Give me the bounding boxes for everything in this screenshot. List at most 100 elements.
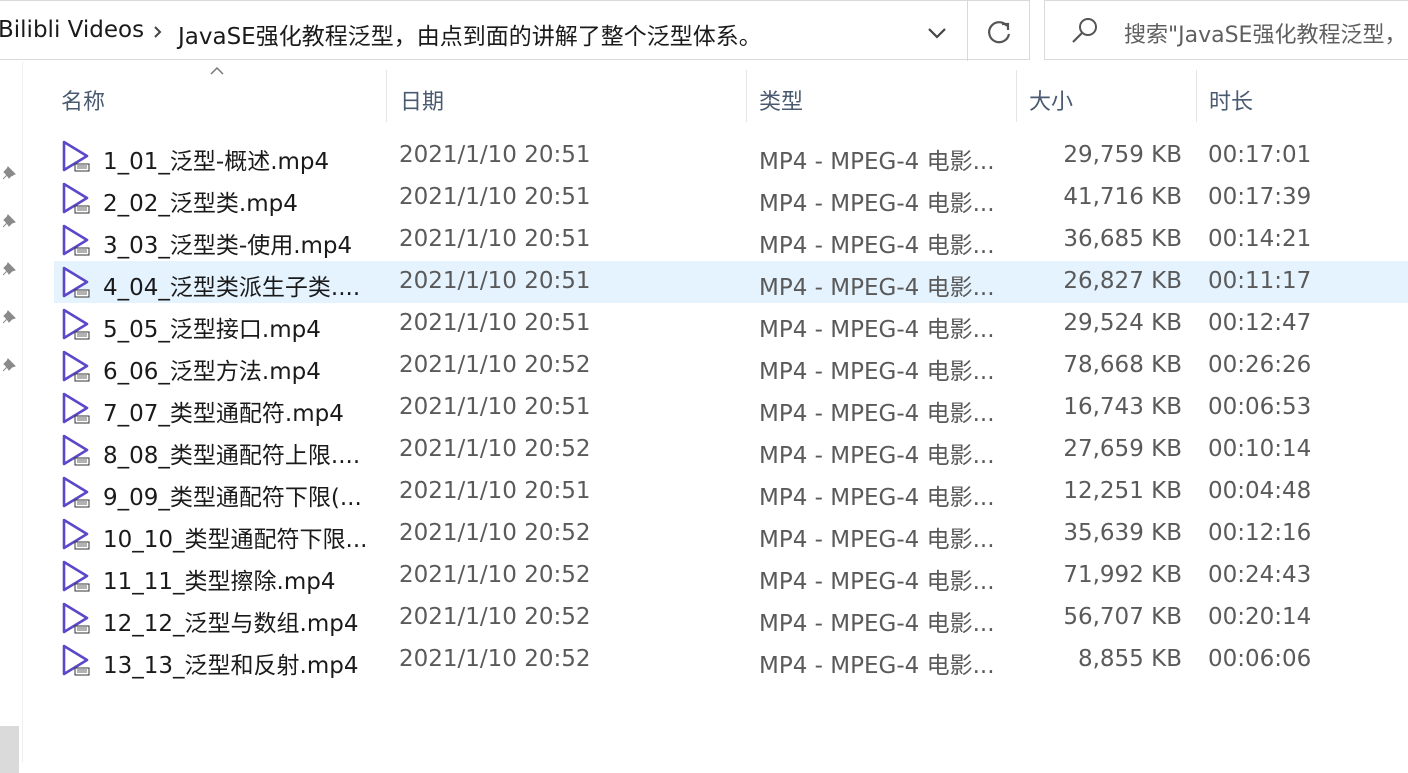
pin-icon[interactable] <box>0 166 16 182</box>
file-duration: 00:12:16 <box>1208 520 1312 546</box>
file-row[interactable]: 9_09_类型通配符下限(... 2021/1/10 20:51 MP4 - MPE… <box>54 471 1408 513</box>
file-size: 12,251 KB <box>1063 478 1182 504</box>
file-duration: 00:10:14 <box>1208 436 1312 462</box>
breadcrumb-root[interactable]: Bilibli Videos <box>0 17 144 43</box>
column-header-date[interactable]: 日期 <box>400 84 444 116</box>
file-type: MP4 - MPEG-4 电影... <box>759 611 995 637</box>
video-file-icon <box>62 350 90 382</box>
file-size: 36,685 KB <box>1063 226 1182 252</box>
file-row[interactable]: 2_02_泛型类.mp4 2021/1/10 20:51 MP4 - MPEG-4 … <box>54 177 1408 219</box>
file-type: MP4 - MPEG-4 电影... <box>759 275 995 301</box>
column-header-name[interactable]: 名称 <box>61 84 105 116</box>
column-header-duration[interactable]: 时长 <box>1209 84 1253 116</box>
video-file-icon <box>62 518 90 550</box>
file-date: 2021/1/10 20:51 <box>399 394 591 420</box>
file-name: 3_03_泛型类-使用.mp4 <box>103 233 353 259</box>
sort-ascending-icon <box>210 66 224 75</box>
file-duration: 00:24:43 <box>1208 562 1312 588</box>
file-size: 29,524 KB <box>1063 310 1182 336</box>
file-row[interactable]: 5_05_泛型接口.mp4 2021/1/10 20:51 MP4 - MPEG-4… <box>54 303 1408 345</box>
file-date: 2021/1/10 20:52 <box>399 352 591 378</box>
file-row[interactable]: 3_03_泛型类-使用.mp4 2021/1/10 20:51 MP4 - MPEG… <box>54 219 1408 261</box>
pane-divider[interactable] <box>22 62 23 763</box>
column-header-type[interactable]: 类型 <box>759 84 803 116</box>
address-divider <box>967 1 968 61</box>
file-date: 2021/1/10 20:52 <box>399 436 591 462</box>
file-row[interactable]: 10_10_类型通配符下限... 2021/1/10 20:52 MP4 - MPE… <box>54 513 1408 555</box>
file-date: 2021/1/10 20:52 <box>399 562 591 588</box>
file-size: 56,707 KB <box>1063 604 1182 630</box>
file-duration: 00:12:47 <box>1208 310 1312 336</box>
file-name: 12_12_泛型与数组.mp4 <box>103 611 359 637</box>
file-size: 29,759 KB <box>1063 142 1182 168</box>
file-duration: 00:06:06 <box>1208 646 1312 672</box>
file-size: 26,827 KB <box>1063 268 1182 294</box>
file-type: MP4 - MPEG-4 电影... <box>759 653 995 679</box>
address-bar[interactable]: Bilibli Videos JavaSE强化教程泛型，由点到面的讲解了整个泛型… <box>0 0 1030 61</box>
file-date: 2021/1/10 20:52 <box>399 520 591 546</box>
file-name: 10_10_类型通配符下限... <box>103 527 368 553</box>
file-name: 13_13_泛型和反射.mp4 <box>103 653 359 679</box>
file-size: 16,743 KB <box>1063 394 1182 420</box>
file-row[interactable]: 4_04_泛型类派生子类.... 2021/1/10 20:51 MP4 - MPE… <box>54 261 1408 303</box>
file-date: 2021/1/10 20:52 <box>399 646 591 672</box>
video-file-icon <box>62 140 90 172</box>
file-row[interactable]: 11_11_类型擦除.mp4 2021/1/10 20:52 MP4 - MPEG-… <box>54 555 1408 597</box>
file-size: 78,668 KB <box>1063 352 1182 378</box>
pin-icon[interactable] <box>0 310 16 326</box>
video-file-icon <box>62 602 90 634</box>
file-row[interactable]: 1_01_泛型-概述.mp4 2021/1/10 20:51 MP4 - MPEG-… <box>54 135 1408 177</box>
file-date: 2021/1/10 20:51 <box>399 142 591 168</box>
file-name: 11_11_类型擦除.mp4 <box>103 569 336 595</box>
column-header-size[interactable]: 大小 <box>1029 84 1073 116</box>
file-name: 7_07_类型通配符.mp4 <box>103 401 344 427</box>
address-bar-row: Bilibli Videos JavaSE强化教程泛型，由点到面的讲解了整个泛型… <box>0 0 1408 62</box>
nav-pane-scrollbar[interactable] <box>0 726 19 773</box>
chevron-down-icon[interactable] <box>918 15 956 49</box>
file-date: 2021/1/10 20:51 <box>399 310 591 336</box>
refresh-icon[interactable] <box>980 13 1018 51</box>
search-icon <box>1072 18 1097 43</box>
file-type: MP4 - MPEG-4 电影... <box>759 359 995 385</box>
column-resize-handle[interactable] <box>746 70 747 122</box>
file-name: 1_01_泛型-概述.mp4 <box>103 149 330 175</box>
chevron-right-icon[interactable] <box>148 21 168 43</box>
file-row[interactable]: 6_06_泛型方法.mp4 2021/1/10 20:52 MP4 - MPEG-4… <box>54 345 1408 387</box>
file-type: MP4 - MPEG-4 电影... <box>759 569 995 595</box>
file-name: 4_04_泛型类派生子类.... <box>103 275 361 301</box>
pin-icon[interactable] <box>0 262 16 278</box>
video-file-icon <box>62 392 90 424</box>
file-row[interactable]: 7_07_类型通配符.mp4 2021/1/10 20:51 MP4 - MPEG-… <box>54 387 1408 429</box>
file-duration: 00:17:39 <box>1208 184 1312 210</box>
file-duration: 00:17:01 <box>1208 142 1312 168</box>
file-name: 6_06_泛型方法.mp4 <box>103 359 321 385</box>
file-duration: 00:11:17 <box>1208 268 1312 294</box>
file-duration: 00:20:14 <box>1208 604 1312 630</box>
file-date: 2021/1/10 20:52 <box>399 604 591 630</box>
file-name: 9_09_类型通配符下限(... <box>103 485 362 511</box>
pin-icon[interactable] <box>0 358 16 374</box>
file-row[interactable]: 8_08_类型通配符上限.... 2021/1/10 20:52 MP4 - MPE… <box>54 429 1408 471</box>
file-name: 5_05_泛型接口.mp4 <box>103 317 321 343</box>
pin-icon[interactable] <box>0 214 16 230</box>
file-type: MP4 - MPEG-4 电影... <box>759 233 995 259</box>
column-resize-handle[interactable] <box>1016 70 1017 122</box>
file-type: MP4 - MPEG-4 电影... <box>759 149 995 175</box>
navigation-pane <box>0 62 22 773</box>
video-file-icon <box>62 560 90 592</box>
file-row[interactable]: 13_13_泛型和反射.mp4 2021/1/10 20:52 MP4 - MPEG… <box>54 639 1408 681</box>
video-file-icon <box>62 266 90 298</box>
file-row[interactable]: 12_12_泛型与数组.mp4 2021/1/10 20:52 MP4 - MPEG… <box>54 597 1408 639</box>
breadcrumb-current-folder[interactable]: JavaSE强化教程泛型，由点到面的讲解了整个泛型体系。 <box>178 17 762 51</box>
column-resize-handle[interactable] <box>1196 70 1197 122</box>
file-date: 2021/1/10 20:51 <box>399 268 591 294</box>
file-type: MP4 - MPEG-4 电影... <box>759 485 995 511</box>
search-input[interactable]: 搜索"JavaSE强化教程泛型， <box>1124 17 1406 49</box>
column-resize-handle[interactable] <box>386 70 387 122</box>
file-date: 2021/1/10 20:51 <box>399 184 591 210</box>
video-file-icon <box>62 182 90 214</box>
video-file-icon <box>62 434 90 466</box>
file-duration: 00:14:21 <box>1208 226 1312 252</box>
file-name: 8_08_类型通配符上限.... <box>103 443 361 469</box>
file-type: MP4 - MPEG-4 电影... <box>759 527 995 553</box>
